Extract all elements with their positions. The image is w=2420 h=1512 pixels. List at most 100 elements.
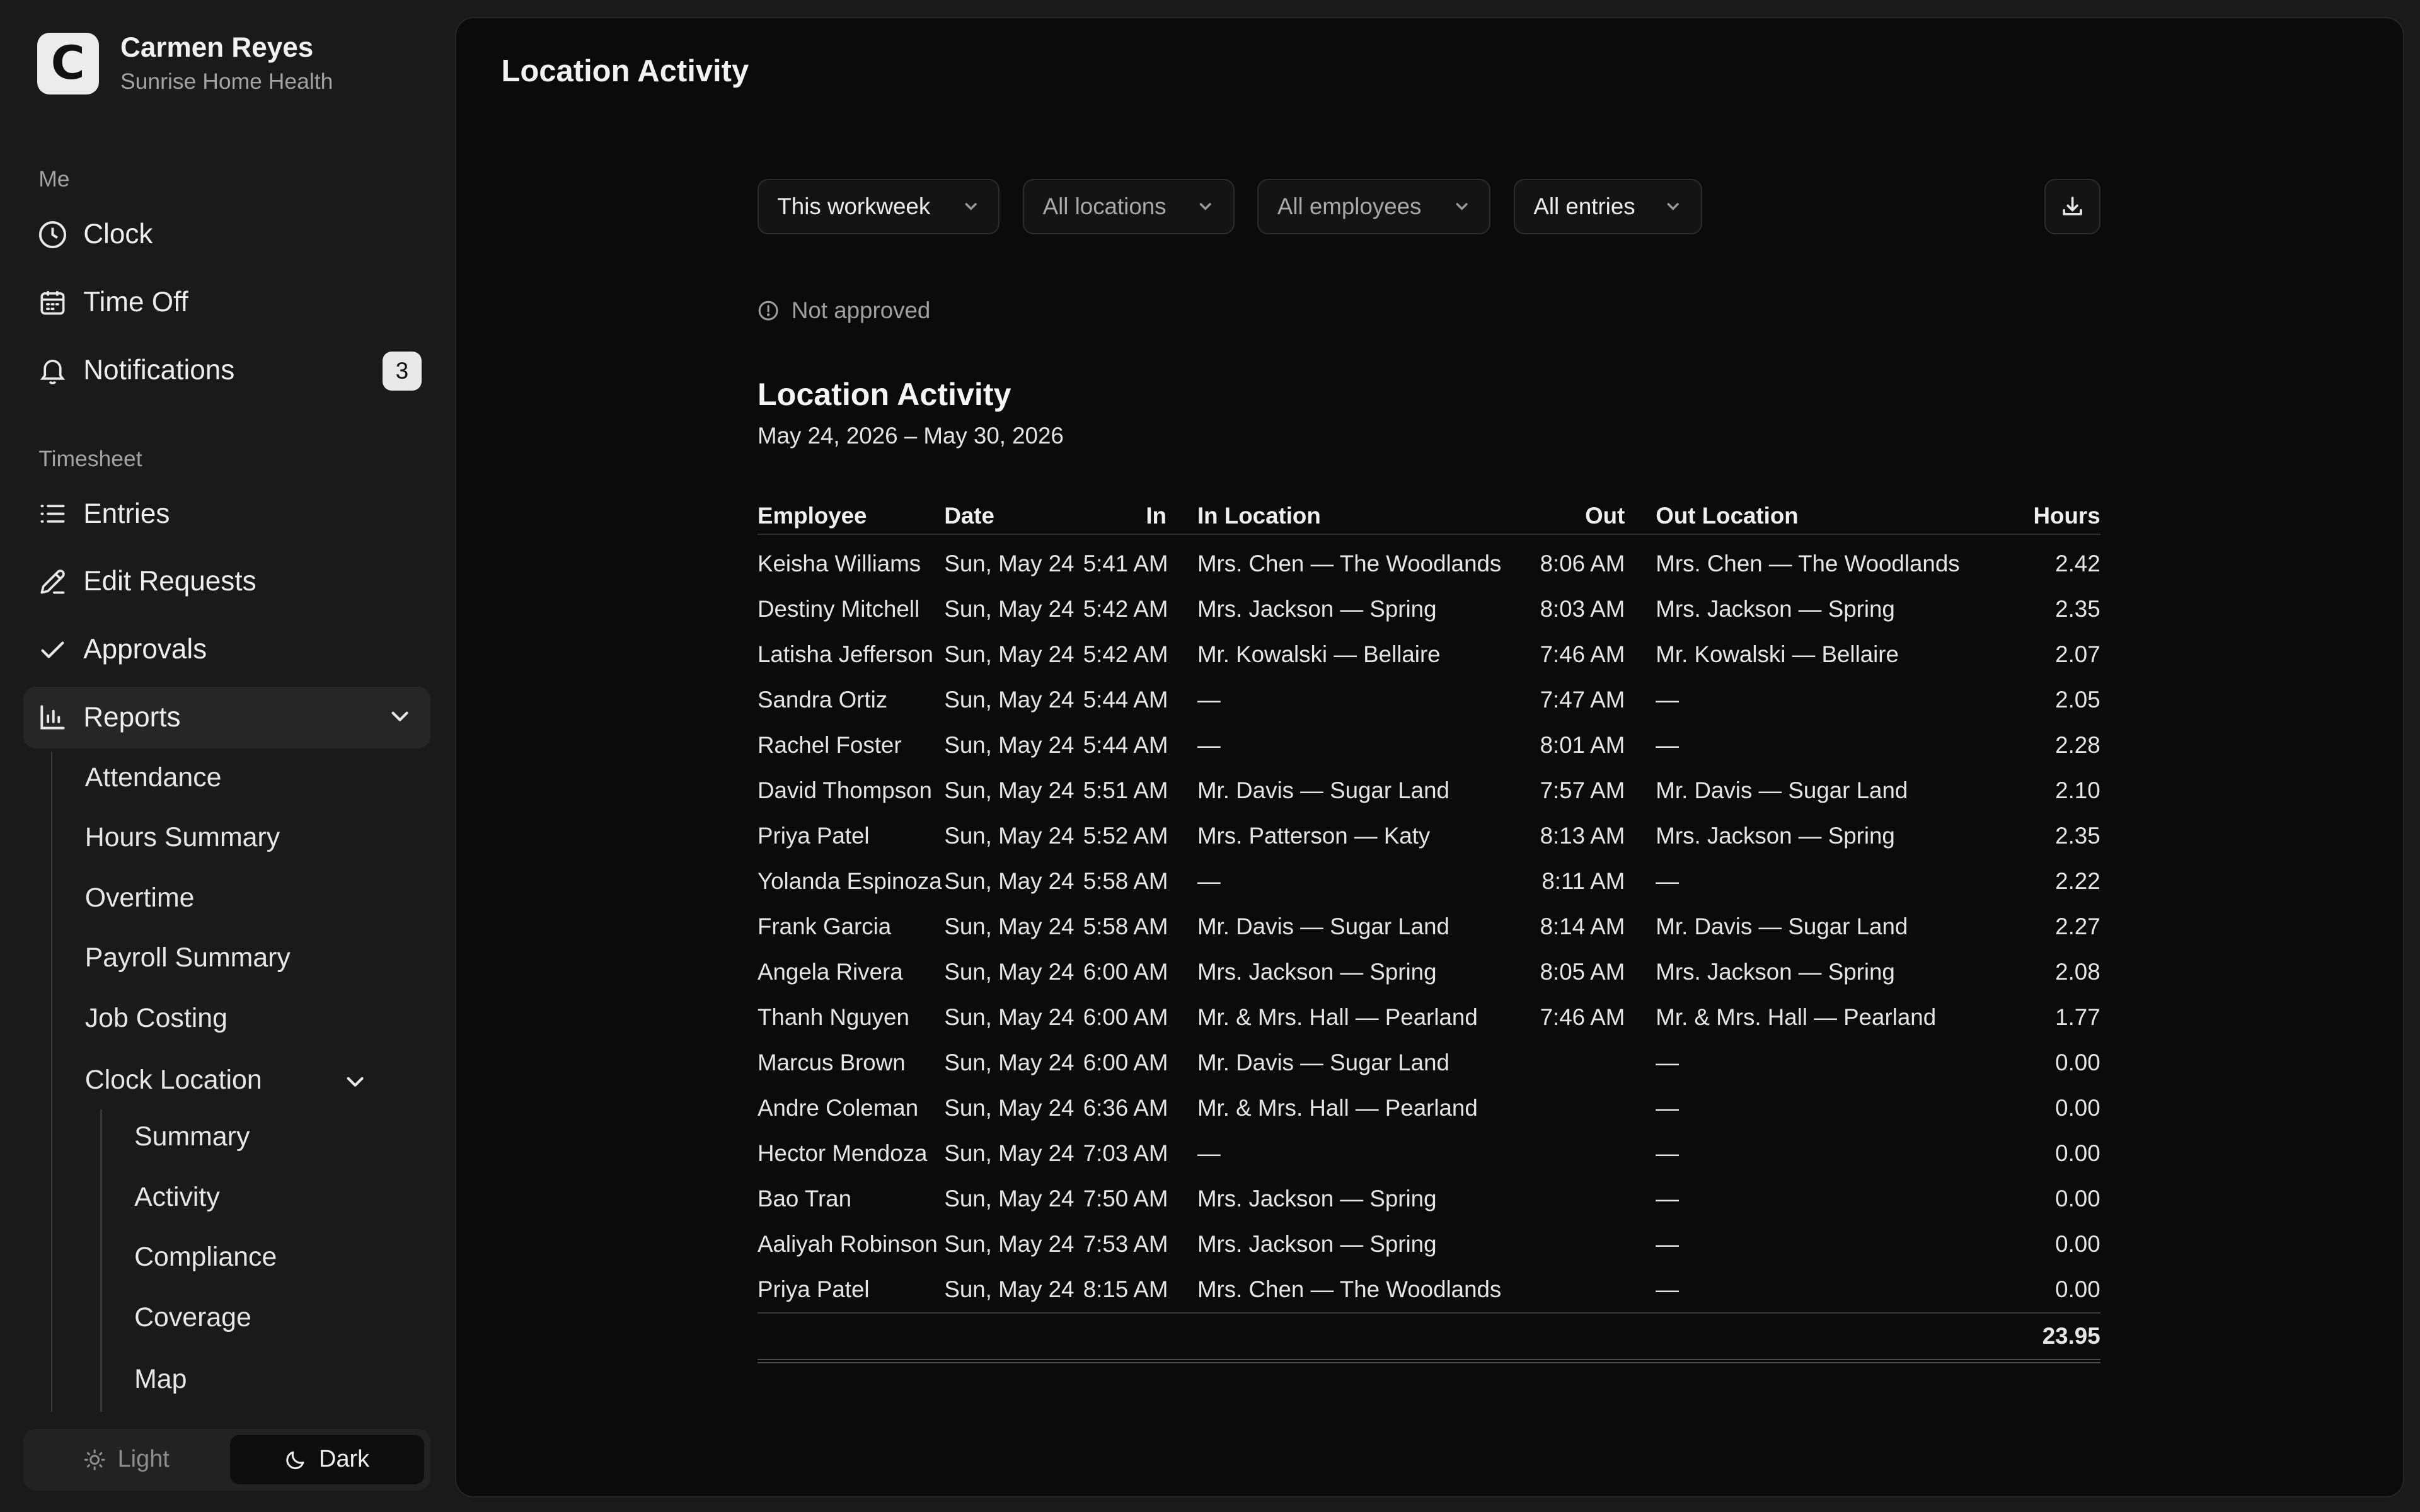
table-row[interactable]: Destiny Mitchell Sun, May 24 5:42 AM Mrs. J… bbox=[758, 587, 2100, 632]
cell-hours: 0.00 bbox=[2055, 1140, 2100, 1166]
cell-out-location: Mr. Davis — Sugar Land bbox=[1656, 777, 1908, 803]
cell-in: 5:41 AM bbox=[1083, 550, 1168, 576]
nav-clock[interactable]: Clock bbox=[23, 203, 431, 265]
approval-status-text: Not approved bbox=[791, 297, 931, 324]
account-header[interactable]: C Carmen Reyes Sunrise Home Health bbox=[37, 32, 333, 94]
page-title: Location Activity bbox=[501, 54, 749, 89]
cell-date: Sun, May 24 bbox=[944, 958, 1075, 985]
table-row[interactable]: Priya Patel Sun, May 24 8:15 AM Mrs. Chen —… bbox=[758, 1267, 2100, 1313]
cell-out: 7:46 AM bbox=[1540, 641, 1625, 667]
nav-notifications[interactable]: Notifications 3 bbox=[23, 340, 431, 401]
theme-toggle: Light Dark bbox=[23, 1428, 431, 1491]
cell-out bbox=[1535, 1040, 1656, 1085]
check-icon bbox=[37, 634, 68, 665]
table-row[interactable]: Rachel Foster Sun, May 24 5:44 AM — 8:01 AM —… bbox=[758, 723, 2100, 768]
table-row[interactable]: Priya Patel Sun, May 24 5:52 AM Mrs. Patter… bbox=[758, 813, 2100, 859]
period-filter[interactable]: This workweek bbox=[758, 178, 1000, 234]
chevron-down-icon[interactable] bbox=[343, 1069, 367, 1100]
col-in-location[interactable]: In Location bbox=[1197, 498, 1536, 535]
cell-in-location: Mrs. Jackson — Spring bbox=[1197, 1230, 1437, 1257]
cell-out: 8:05 AM bbox=[1540, 958, 1625, 985]
nav-location-compliance[interactable]: Compliance bbox=[134, 1242, 277, 1273]
section-label-me: Me bbox=[38, 166, 70, 192]
total-hours: 23.95 bbox=[2003, 1312, 2100, 1363]
chevron-down-icon bbox=[1456, 203, 1468, 210]
table-row[interactable]: David Thompson Sun, May 24 5:51 AM Mr. Davi… bbox=[758, 768, 2100, 813]
col-date[interactable]: Date bbox=[944, 498, 1083, 535]
nav-location-summary[interactable]: Summary bbox=[134, 1121, 250, 1152]
info-circle-icon bbox=[758, 301, 778, 321]
col-out[interactable]: Out bbox=[1535, 498, 1656, 535]
cell-in: 5:44 AM bbox=[1083, 686, 1168, 713]
col-hours[interactable]: Hours bbox=[2003, 498, 2100, 535]
table-row[interactable]: Andre Coleman Sun, May 24 6:36 AM Mr. & Mrs… bbox=[758, 1085, 2100, 1131]
nav-edit-requests[interactable]: Edit Requests bbox=[23, 551, 431, 612]
cell-employee: Frank Garcia bbox=[758, 913, 892, 939]
nav-job-costing[interactable]: Job Costing bbox=[85, 1003, 228, 1034]
chevron-down-icon bbox=[1667, 203, 1679, 210]
cell-in: 5:42 AM bbox=[1083, 595, 1168, 622]
table-row[interactable]: Frank Garcia Sun, May 24 5:58 AM Mr. Davis … bbox=[758, 904, 2100, 949]
nav-approvals[interactable]: Approvals bbox=[23, 619, 431, 680]
table-row[interactable]: Thanh Nguyen Sun, May 24 6:00 AM Mr. & Mrs.… bbox=[758, 995, 2100, 1040]
nav-location-coverage[interactable]: Coverage bbox=[134, 1302, 251, 1333]
cell-in: 6:00 AM bbox=[1083, 958, 1168, 985]
locations-filter[interactable]: All locations bbox=[1023, 178, 1235, 234]
table-row[interactable]: Keisha Williams Sun, May 24 5:41 AM Mrs. Ch… bbox=[758, 534, 2100, 587]
nav-overtime[interactable]: Overtime bbox=[85, 883, 195, 914]
cell-in: 6:36 AM bbox=[1083, 1094, 1168, 1121]
cell-out-location: — bbox=[1656, 868, 1680, 894]
cell-hours: 1.77 bbox=[2055, 1004, 2100, 1030]
nav-location-activity[interactable]: Activity bbox=[134, 1182, 220, 1213]
cell-hours: 0.00 bbox=[2055, 1049, 2100, 1075]
col-out-location[interactable]: Out Location bbox=[1656, 498, 2003, 535]
table-row[interactable]: Sandra Ortiz Sun, May 24 5:44 AM — 7:47 AM — 2… bbox=[758, 677, 2100, 723]
nav-time-off[interactable]: Time Off bbox=[23, 272, 431, 333]
col-in[interactable]: In bbox=[1083, 498, 1197, 535]
sidebar: C Carmen Reyes Sunrise Home Health Me Cl… bbox=[0, 0, 454, 1512]
cell-in-location: — bbox=[1197, 1140, 1221, 1166]
nav-attendance[interactable]: Attendance bbox=[85, 762, 222, 793]
theme-light-button[interactable]: Light bbox=[30, 1435, 224, 1484]
entries-filter[interactable]: All entries bbox=[1514, 178, 1702, 234]
nav-clock-location[interactable]: Clock Location bbox=[85, 1065, 262, 1096]
cell-out-location: — bbox=[1656, 731, 1680, 758]
cell-employee: Yolanda Espinoza bbox=[758, 868, 942, 894]
cell-employee: Aaliyah Robinson bbox=[758, 1230, 938, 1257]
chevron-down-icon bbox=[965, 203, 977, 210]
period-filter-value: This workweek bbox=[777, 193, 931, 219]
cell-in-location: Mrs. Jackson — Spring bbox=[1197, 958, 1437, 985]
entries-filter-value: All entries bbox=[1533, 193, 1635, 219]
nav-approvals-label: Approvals bbox=[83, 634, 207, 665]
employees-filter[interactable]: All employees bbox=[1257, 178, 1491, 234]
nav-entries[interactable]: Entries bbox=[23, 483, 431, 545]
nav-reports[interactable]: Reports bbox=[23, 686, 431, 748]
section-label-timesheet: Timesheet bbox=[38, 445, 142, 471]
table-row[interactable]: Latisha Jefferson Sun, May 24 5:42 AM Mr. K… bbox=[758, 632, 2100, 677]
table-row[interactable]: Aaliyah Robinson Sun, May 24 7:53 AM Mrs. J… bbox=[758, 1222, 2100, 1267]
cell-in-location: Mrs. Chen — The Woodlands bbox=[1197, 1276, 1502, 1302]
cell-hours: 2.07 bbox=[2055, 641, 2100, 667]
table-row[interactable]: Bao Tran Sun, May 24 7:50 AM Mrs. Jackson —… bbox=[758, 1176, 2100, 1222]
download-button[interactable] bbox=[2044, 178, 2100, 234]
nav-entries-label: Entries bbox=[83, 498, 170, 529]
table-row[interactable]: Angela Rivera Sun, May 24 6:00 AM Mrs. Jack… bbox=[758, 949, 2100, 995]
table-row[interactable]: Yolanda Espinoza Sun, May 24 5:58 AM — 8:11 … bbox=[758, 859, 2100, 904]
sun-icon bbox=[84, 1449, 105, 1470]
nav-location-map[interactable]: Map bbox=[134, 1364, 187, 1395]
cell-out: 7:46 AM bbox=[1540, 1004, 1625, 1030]
calendar-icon bbox=[37, 287, 68, 318]
bar-chart-icon bbox=[37, 702, 68, 733]
cell-out: 8:11 AM bbox=[1541, 868, 1625, 894]
cell-out-location: Mrs. Chen — The Woodlands bbox=[1656, 550, 1960, 576]
cell-in-location: — bbox=[1197, 868, 1221, 894]
clock-location-tree-line bbox=[100, 1109, 102, 1412]
theme-dark-button[interactable]: Dark bbox=[229, 1435, 425, 1484]
nav-payroll-summary[interactable]: Payroll Summary bbox=[85, 942, 291, 973]
col-employee[interactable]: Employee bbox=[758, 498, 945, 535]
nav-hours-summary[interactable]: Hours Summary bbox=[85, 822, 280, 853]
table-row[interactable]: Marcus Brown Sun, May 24 6:00 AM Mr. Davis … bbox=[758, 1040, 2100, 1085]
cell-out-location: — bbox=[1656, 1185, 1680, 1211]
main-panel: Location Activity This workweek All loca… bbox=[455, 16, 2404, 1498]
table-row[interactable]: Hector Mendoza Sun, May 24 7:03 AM — — 0.00 bbox=[758, 1131, 2100, 1176]
